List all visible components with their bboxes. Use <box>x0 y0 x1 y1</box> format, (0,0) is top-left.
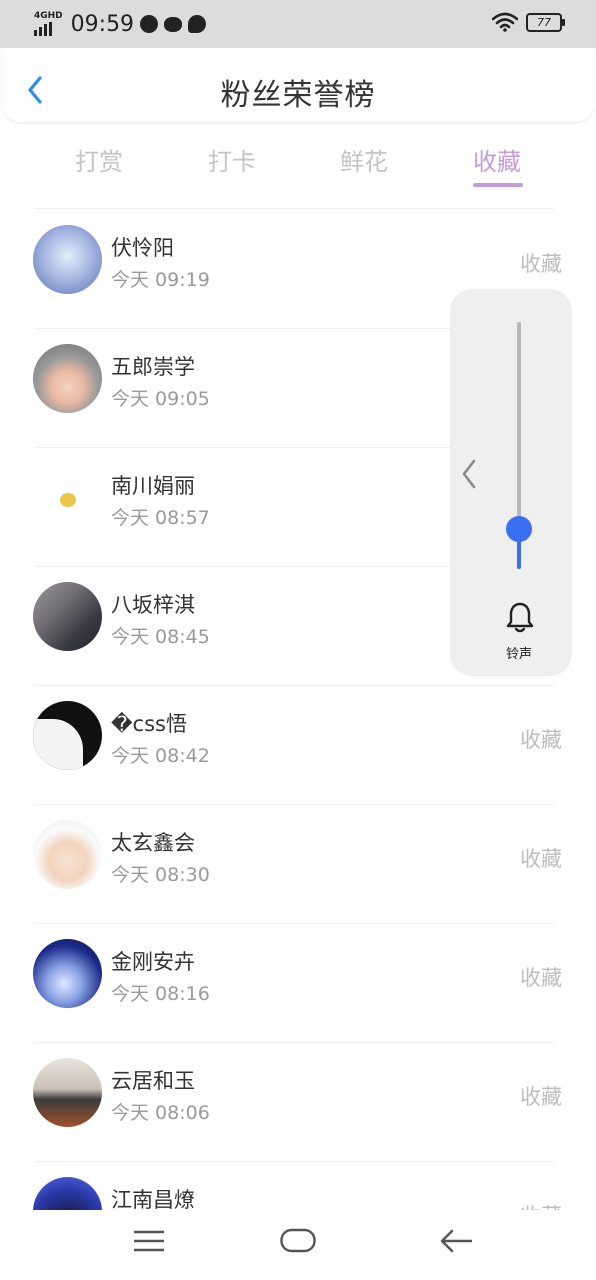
fan-name: 伏怜阳 <box>111 236 174 260</box>
fan-action-label: 收藏 <box>520 847 562 871</box>
fan-time: 今天 08:06 <box>111 1102 210 1124</box>
avatar[interactable] <box>33 939 102 1008</box>
avatar[interactable] <box>33 701 102 770</box>
divider <box>34 208 554 209</box>
status-time: 09:59 <box>70 11 135 37</box>
list-item[interactable]: 江南昌燎 收藏 <box>0 1162 596 1210</box>
fan-name: 金刚安卉 <box>111 950 195 974</box>
fan-time: 今天 08:42 <box>111 745 210 767</box>
list-item[interactable]: 云居和玉 今天 08:06 收藏 <box>0 1043 596 1162</box>
cat-icon <box>164 16 183 32</box>
battery-level: 77 <box>537 15 551 29</box>
fan-action-label: 收藏 <box>520 252 562 276</box>
network-indicator: 4GHD <box>34 12 63 36</box>
avatar[interactable] <box>33 463 102 532</box>
battery-icon: 77 <box>526 12 565 32</box>
avatar[interactable] <box>33 344 102 413</box>
tab-favorites[interactable]: 收藏 <box>452 142 542 177</box>
avatar[interactable] <box>33 582 102 651</box>
fan-name: 太玄鑫会 <box>111 831 195 855</box>
avatar[interactable] <box>33 820 102 889</box>
signal-icon <box>34 22 63 36</box>
chevron-left-icon[interactable] <box>456 457 482 491</box>
fan-action-label: 收藏 <box>520 1085 562 1109</box>
back-icon[interactable] <box>440 1228 472 1254</box>
fan-action-label: 收藏 <box>520 966 562 990</box>
volume-label: 铃声 <box>505 647 532 662</box>
fan-name: �css悟 <box>111 712 187 736</box>
tab-bar: 打赏 打卡 鲜花 收藏 <box>0 138 596 192</box>
volume-slider-handle[interactable] <box>506 516 532 542</box>
app-header: 粉丝荣誉榜 <box>2 48 594 122</box>
fan-time: 今天 09:19 <box>111 269 210 291</box>
system-nav-bar <box>0 1210 596 1280</box>
status-bar: 4GHD 09:59 77 <box>0 0 596 48</box>
list-item[interactable]: 太玄鑫会 今天 08:30 收藏 <box>0 805 596 924</box>
page-title: 粉丝荣誉榜 <box>220 78 376 113</box>
tab-flowers[interactable]: 鲜花 <box>319 142 409 177</box>
tab-active-indicator <box>473 183 523 187</box>
tab-checkin[interactable]: 打卡 <box>187 142 277 177</box>
fan-time: 今天 08:16 <box>111 983 210 1005</box>
fan-name: 五郎崇学 <box>111 355 195 379</box>
fan-name: 江南昌燎 <box>111 1188 195 1210</box>
fan-name: 八坂梓淇 <box>111 593 195 617</box>
message-icon <box>188 15 207 33</box>
avatar[interactable] <box>33 225 102 294</box>
network-label: 4GHD <box>34 11 63 21</box>
bell-icon[interactable] <box>505 601 535 635</box>
fan-time: 今天 08:30 <box>111 864 210 886</box>
wifi-icon <box>492 12 518 32</box>
list-item[interactable]: �css悟 今天 08:42 收藏 <box>0 686 596 805</box>
fan-name: 云居和玉 <box>111 1069 195 1093</box>
tab-reward[interactable]: 打赏 <box>54 142 144 177</box>
avatar[interactable] <box>33 1058 102 1127</box>
fan-time: 今天 08:57 <box>111 507 210 529</box>
fan-time: 今天 09:05 <box>111 388 210 410</box>
fan-name: 南川娟丽 <box>111 474 195 498</box>
avatar[interactable] <box>33 1177 102 1210</box>
menu-icon[interactable] <box>133 1228 165 1254</box>
fan-action-label: 收藏 <box>520 728 562 752</box>
fan-action-label: 收藏 <box>520 1200 562 1210</box>
home-icon[interactable] <box>280 1228 316 1254</box>
volume-panel: 铃声 <box>450 289 572 676</box>
list-item[interactable]: 金刚安卉 今天 08:16 收藏 <box>0 924 596 1043</box>
fan-time: 今天 08:45 <box>111 626 210 648</box>
clock-icon <box>140 15 159 33</box>
